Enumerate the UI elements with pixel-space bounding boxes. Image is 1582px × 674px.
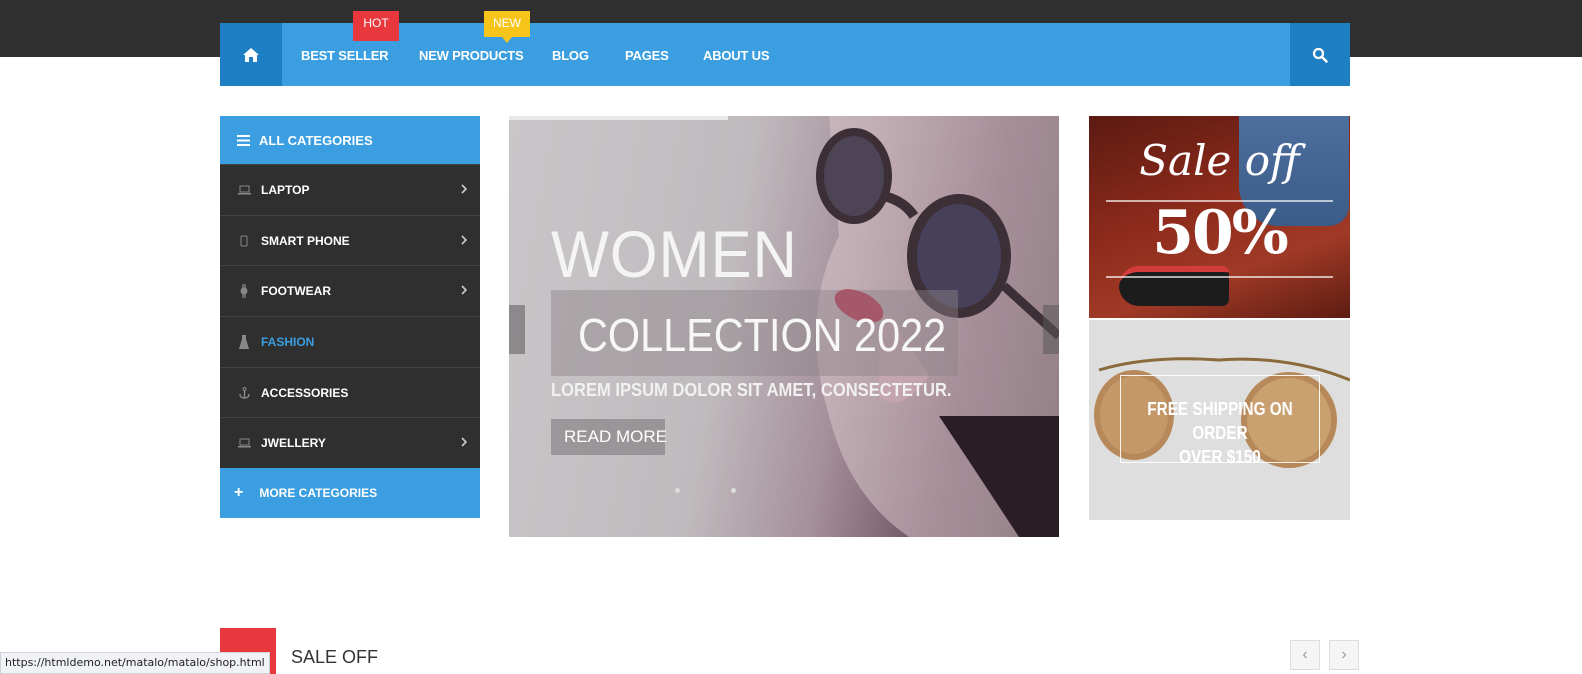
divider <box>1106 276 1333 278</box>
free-shipping-banner[interactable]: FREE SHIPPING ON ORDER OVER $150 <box>1089 320 1350 520</box>
more-categories-button[interactable]: + MORE CATEGORIES <box>220 468 480 519</box>
chevron-right-icon: › <box>1341 646 1347 663</box>
slide-text: LOREM IPSUM DOLOR SIT AMET, CONSECTETUR. <box>551 380 952 400</box>
anchor-icon <box>237 386 251 399</box>
read-more-button[interactable]: READ MORE <box>551 419 667 455</box>
category-label: JWELLERY <box>261 436 326 451</box>
chevron-right-icon <box>461 284 468 298</box>
sale-off-text: Sale off <box>1139 136 1300 185</box>
section-title: SALE OFF <box>291 647 379 667</box>
home-icon <box>243 47 259 62</box>
carousel-next-button[interactable]: › <box>1329 640 1359 670</box>
laptop-icon <box>237 185 251 195</box>
category-label: FASHION <box>261 334 315 349</box>
category-label: FOOTWEAR <box>261 284 331 299</box>
category-item-jwellery[interactable]: JWELLERY <box>220 417 480 469</box>
category-item-smart-phone[interactable]: SMART PHONE <box>220 214 480 266</box>
new-badge: NEW <box>484 11 530 43</box>
phone-icon <box>237 235 251 247</box>
category-item-footwear[interactable]: FOOTWEAR <box>220 265 480 317</box>
slider-dot[interactable] <box>675 488 680 493</box>
category-menu: ALL CATEGORIES LAPTOP SMART PHONE FOOTWE… <box>220 116 480 519</box>
chevron-right-icon <box>461 183 468 197</box>
sale-off-banner[interactable]: Sale off 50% <box>1089 116 1350 318</box>
category-item-laptop[interactable]: LAPTOP <box>220 164 480 215</box>
banner-image-shoe <box>1119 266 1229 306</box>
slide-title: WOMEN <box>551 217 798 291</box>
browser-status-url: https://htmldemo.net/matalo/matalo/shop.… <box>0 652 270 674</box>
nav-pages[interactable]: PAGES <box>625 23 669 86</box>
plus-icon: + <box>234 484 244 502</box>
chevron-right-icon <box>461 436 468 450</box>
slider-next-button[interactable] <box>1043 305 1059 354</box>
slide-subtitle: COLLECTION 2022 <box>578 309 947 361</box>
all-categories-label: ALL CATEGORIES <box>259 132 373 148</box>
home-button[interactable] <box>220 23 282 86</box>
category-label: SMART PHONE <box>261 233 350 248</box>
hot-badge: HOT <box>353 11 399 41</box>
laptop-icon <box>237 438 251 448</box>
search-button[interactable] <box>1290 23 1350 86</box>
chevron-left-icon: ‹ <box>1302 646 1308 663</box>
shipping-line-2: OVER $150 <box>1179 447 1261 467</box>
category-label: LAPTOP <box>261 182 310 197</box>
chevron-right-icon <box>461 234 468 248</box>
menu-icon <box>237 134 250 146</box>
more-categories-label: MORE CATEGORIES <box>259 486 378 501</box>
category-item-fashion[interactable]: FASHION <box>220 316 480 367</box>
shipping-text: FREE SHIPPING ON ORDER OVER $150 <box>1135 397 1305 469</box>
slider-dot[interactable] <box>731 488 736 493</box>
nav-blog[interactable]: BLOG <box>552 23 589 86</box>
slider-progress-bar <box>509 116 728 120</box>
category-label: ACCESSORIES <box>261 385 349 400</box>
shipping-line-1: FREE SHIPPING ON ORDER <box>1147 399 1293 443</box>
all-categories-header[interactable]: ALL CATEGORIES <box>220 116 480 164</box>
carousel-prev-button[interactable]: ‹ <box>1290 640 1320 670</box>
hero-slider: WOMEN COLLECTION 2022 LOREM IPSUM DOLOR … <box>509 116 1059 537</box>
dress-icon <box>237 334 251 349</box>
watch-icon <box>237 284 251 299</box>
category-item-accessories[interactable]: ACCESSORIES <box>220 366 480 418</box>
slider-prev-button[interactable] <box>509 305 525 354</box>
nav-about-us[interactable]: ABOUT US <box>703 23 769 86</box>
sale-percent: 50% <box>1152 198 1289 268</box>
search-icon <box>1312 47 1328 63</box>
